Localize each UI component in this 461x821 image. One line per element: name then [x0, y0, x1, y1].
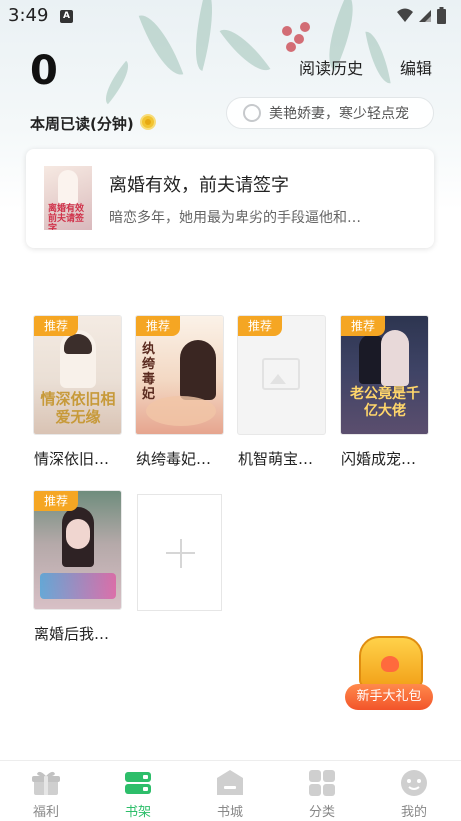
notification-icon: A	[60, 10, 73, 23]
weekly-minutes-value: 0	[30, 48, 58, 94]
book-title: 情深依旧…	[34, 450, 110, 468]
tab-category[interactable]: 分类	[276, 761, 368, 821]
add-book-button[interactable]	[137, 494, 222, 611]
search-placeholder: 美艳娇妻，寒少轻点宠	[269, 106, 409, 122]
book-cover: 推荐	[238, 316, 325, 434]
shelf-book[interactable]: 推荐 纨绔毒妃 纨绔毒妃…	[136, 316, 223, 469]
shelf-book[interactable]: 推荐 老公竟是千亿大佬 闪婚成宠…	[341, 316, 428, 469]
book-cover: 推荐 情深依旧相爱无缘	[34, 316, 121, 434]
recommend-tag: 推荐	[238, 316, 282, 336]
treasure-chest-icon	[359, 636, 423, 688]
status-icons	[395, 6, 451, 30]
image-placeholder-icon	[262, 358, 300, 390]
tab-bookstore[interactable]: 书城	[184, 761, 276, 821]
bottom-tab-bar: 福利 书架 书城 分类 我的	[0, 760, 461, 821]
book-title: 机智萌宝…	[238, 450, 314, 468]
search-icon	[243, 104, 261, 122]
book-title: 离婚后我…	[34, 625, 110, 643]
category-grid-icon	[309, 770, 335, 796]
status-time: 3:49	[8, 5, 49, 26]
bookshelf-icon	[125, 772, 151, 794]
recent-book-cover: 离婚有效前夫请签字	[44, 166, 92, 230]
book-cover: 推荐 纨绔毒妃	[136, 316, 223, 434]
bookstore-icon	[217, 770, 243, 795]
tab-bookshelf[interactable]: 书架	[92, 761, 184, 821]
recent-book-title: 离婚有效，前夫请签字	[109, 175, 289, 196]
tab-label: 福利	[32, 805, 59, 820]
book-cover-text: 纨绔毒妃	[142, 342, 156, 402]
search-input[interactable]: 美艳娇妻，寒少轻点宠	[226, 97, 434, 129]
book-title: 纨绔毒妃…	[136, 450, 212, 468]
tab-label: 分类	[308, 805, 335, 820]
newbie-gift-label: 新手大礼包	[345, 684, 433, 710]
coin-icon	[140, 114, 156, 130]
shelf-book[interactable]: 推荐 机智萌宝…	[238, 316, 325, 469]
recommend-tag: 推荐	[136, 316, 180, 336]
profile-face-icon	[401, 770, 427, 796]
tab-label: 书城	[216, 805, 243, 820]
recent-cover-text: 离婚有效前夫请签字	[48, 204, 85, 230]
status-bar: 3:49 A	[0, 0, 461, 32]
recommend-tag: 推荐	[34, 316, 78, 336]
gift-icon	[32, 771, 60, 795]
shelf-book[interactable]: 推荐 离婚后我…	[34, 491, 121, 644]
tab-welfare[interactable]: 福利	[0, 761, 92, 821]
book-cover-text: 情深依旧相爱无缘	[40, 390, 116, 426]
wifi-signal-battery-icon	[397, 7, 446, 24]
recent-reading-card[interactable]: 离婚有效前夫请签字 离婚有效，前夫请签字 暗恋多年，她用最为卑劣的手段逼他和…	[26, 149, 434, 248]
newbie-gift-pack[interactable]: 新手大礼包	[345, 632, 433, 714]
book-cover-text: 老公竟是千亿大佬	[350, 386, 420, 419]
recent-book-description: 暗恋多年，她用最为卑劣的手段逼他和…	[109, 210, 361, 226]
tab-label: 书架	[124, 805, 151, 820]
book-title: 闪婚成宠…	[341, 450, 417, 468]
weekly-minutes-label: 本周已读(分钟)	[30, 115, 134, 133]
shelf-book[interactable]: 推荐 情深依旧相爱无缘 情深依旧…	[34, 316, 121, 469]
book-cover: 推荐 老公竟是千亿大佬	[341, 316, 428, 434]
reading-history-link[interactable]: 阅读历史	[299, 55, 363, 79]
tab-label: 我的	[400, 805, 427, 820]
edit-button[interactable]: 编辑	[400, 55, 432, 79]
tab-profile[interactable]: 我的	[368, 761, 460, 821]
recommend-tag: 推荐	[341, 316, 385, 336]
recommend-tag: 推荐	[34, 491, 78, 511]
book-cover: 推荐	[34, 491, 121, 609]
